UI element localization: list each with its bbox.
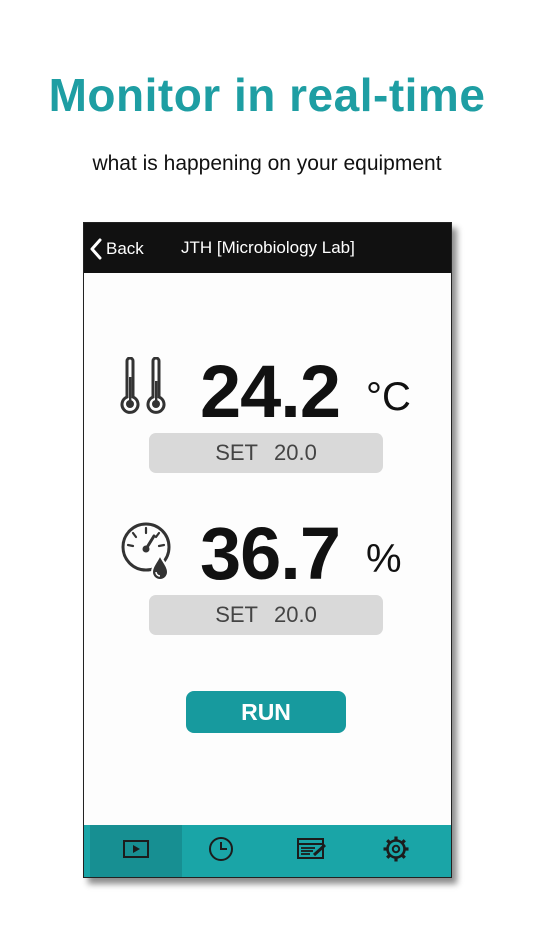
tab-bar	[84, 825, 451, 877]
thermometer-icon	[120, 356, 176, 422]
run-button[interactable]: RUN	[186, 691, 346, 733]
setpoint-label: SET	[215, 602, 258, 627]
humidity-unit: %	[366, 537, 402, 581]
tab-history[interactable]	[175, 825, 267, 877]
temperature-setpoint-button[interactable]: SET 20.0	[149, 433, 383, 473]
main-content: 24.2 °C SET 20.0 36.7 % SET 20.0 RUN	[84, 273, 451, 825]
temperature-unit: °C	[366, 375, 411, 419]
hygrometer-gauge-icon	[120, 519, 176, 586]
setpoint-label: SET	[215, 440, 258, 465]
promo-subline: what is happening on your equipment	[92, 152, 442, 175]
temperature-reading: 24.2 °C	[84, 350, 451, 433]
tab-settings[interactable]	[350, 825, 442, 877]
promo-headline: Monitor in real-time	[48, 69, 486, 121]
navigation-bar: Back JTH [Microbiology Lab]	[84, 223, 451, 273]
gear-icon	[382, 835, 410, 868]
back-button[interactable]: Back	[90, 236, 144, 262]
temperature-value: 24.2	[200, 350, 341, 433]
phone-screen: Back JTH [Microbiology Lab] 24.2 °C SET …	[83, 222, 452, 878]
clock-icon	[208, 836, 234, 867]
setpoint-value: 20.0	[273, 440, 317, 465]
humidity-reading: 36.7 %	[84, 512, 451, 595]
humidity-value: 36.7	[200, 512, 341, 595]
tab-monitor[interactable]	[90, 825, 182, 877]
chevron-left-icon	[90, 238, 102, 260]
tab-log[interactable]	[266, 825, 358, 877]
humidity-setpoint-button[interactable]: SET 20.0	[149, 595, 383, 635]
monitor-play-icon	[122, 838, 150, 865]
setpoint-value: 20.0	[273, 602, 317, 627]
nav-title: JTH [Microbiology Lab]	[181, 238, 355, 257]
back-label: Back	[106, 239, 144, 258]
log-edit-icon	[297, 837, 327, 866]
